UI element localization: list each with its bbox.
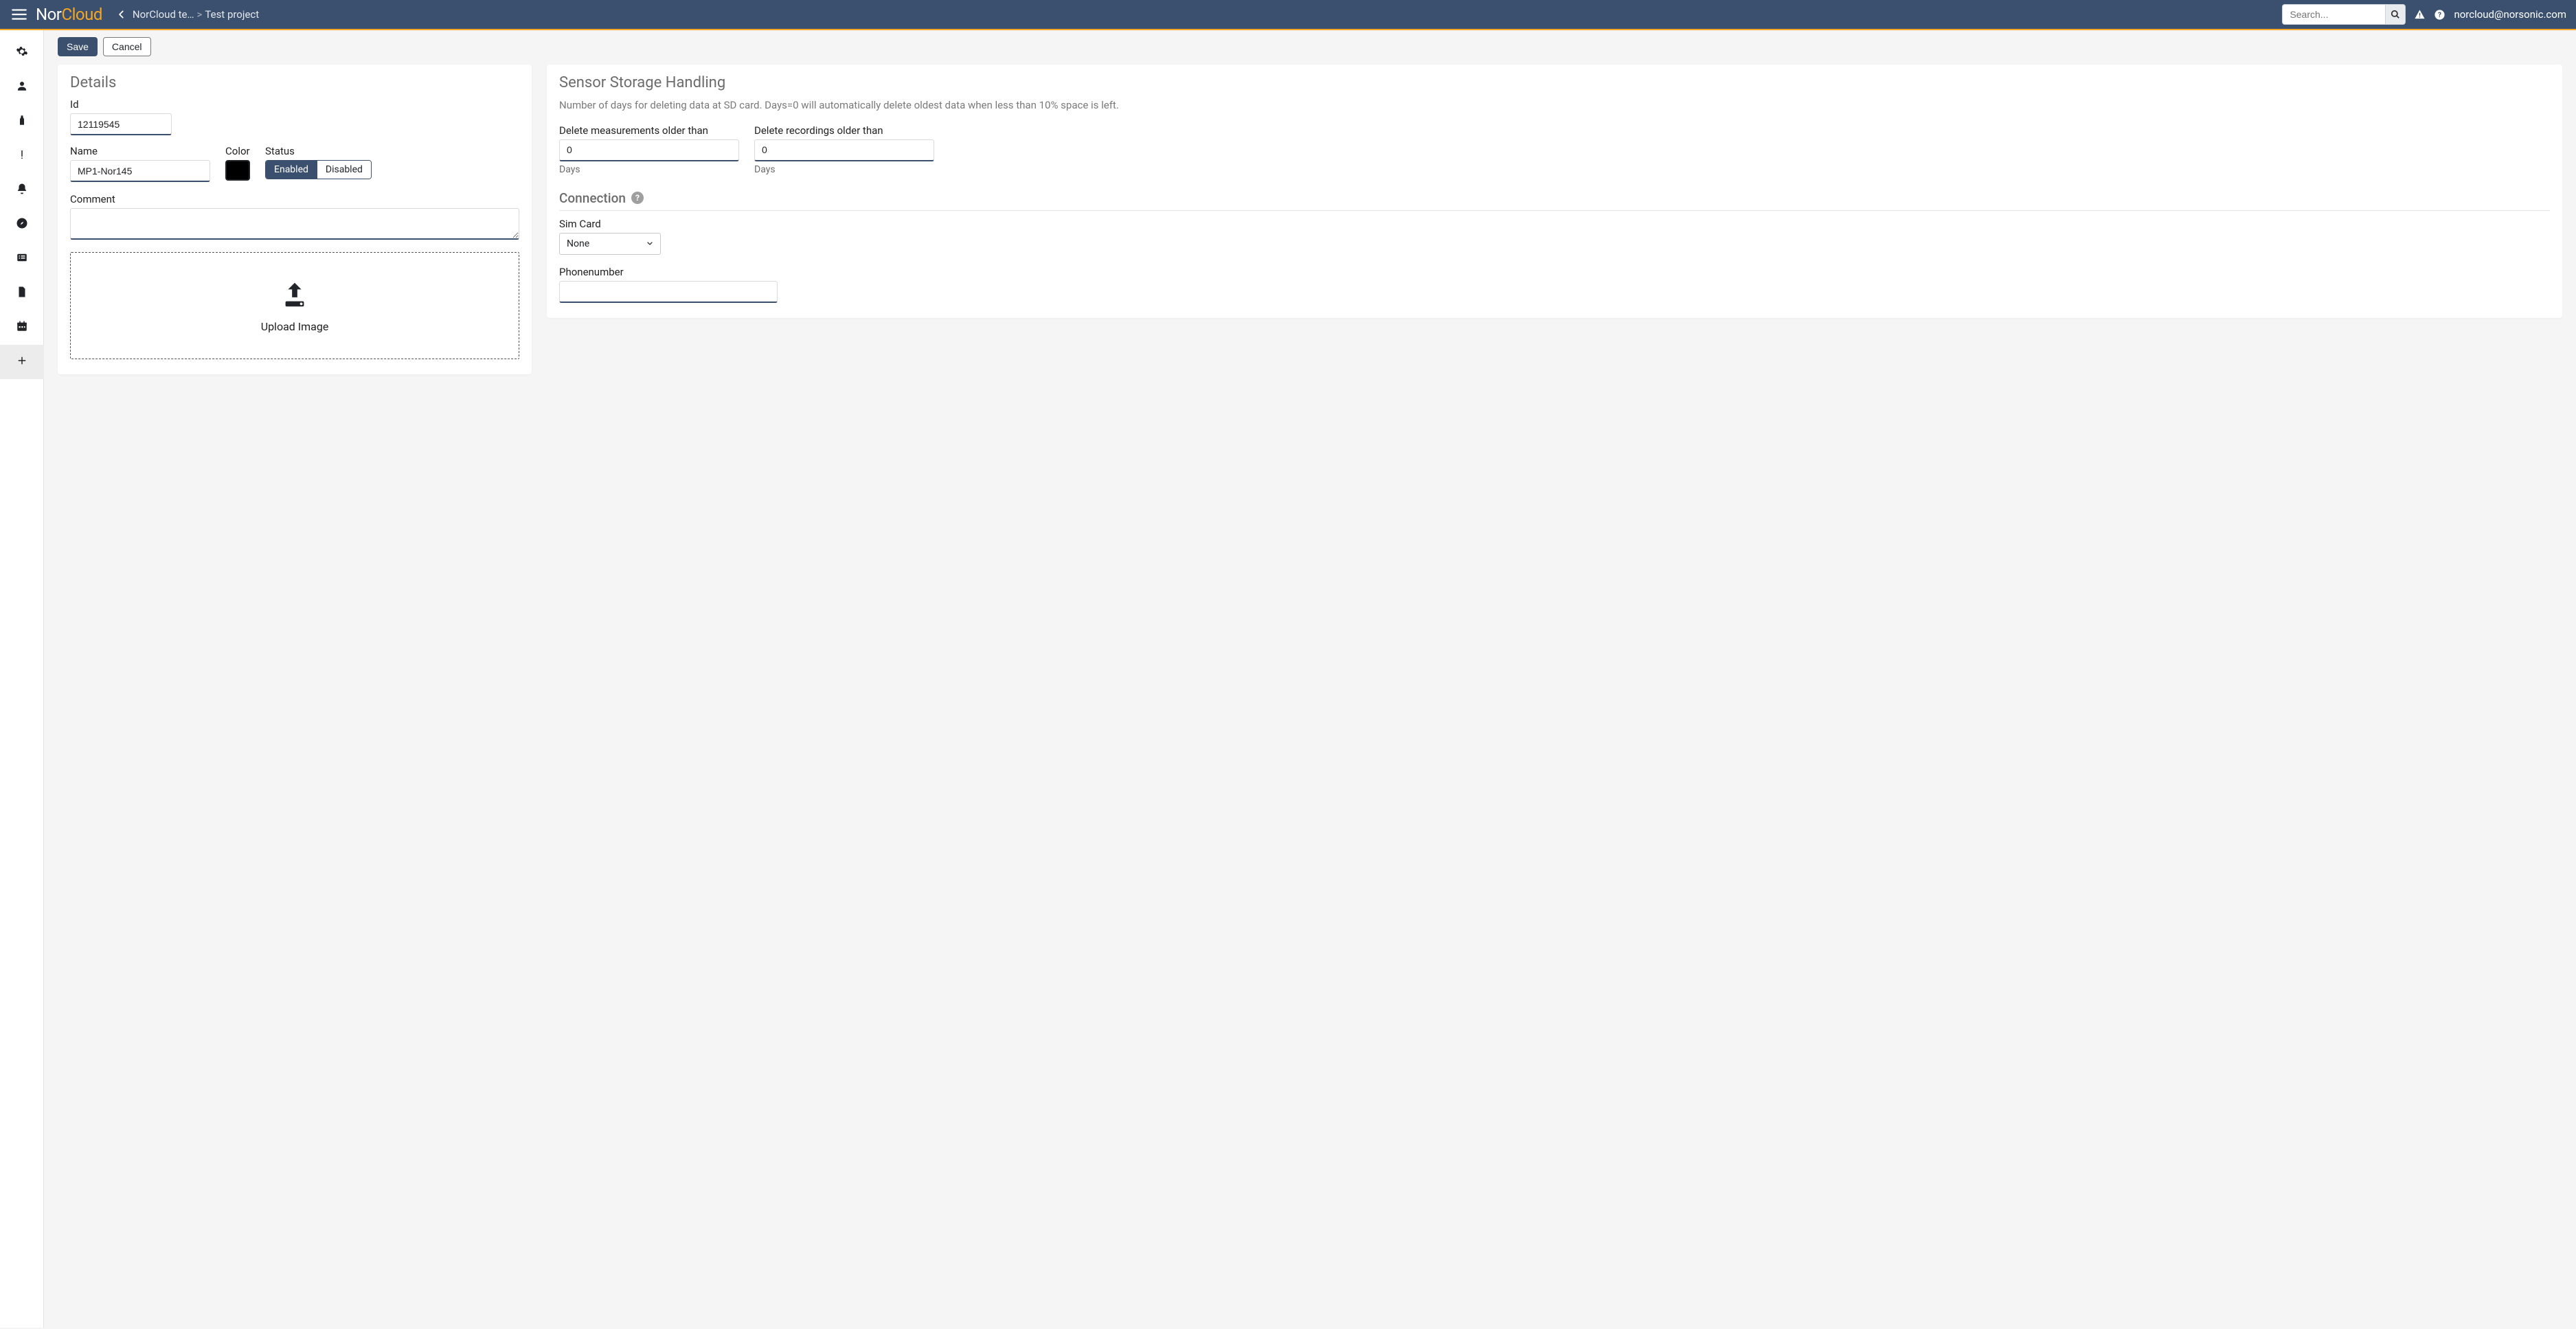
color-swatch[interactable] [225, 160, 250, 181]
sidebar-item-settings[interactable] [0, 36, 44, 70]
connection-title: Connection [559, 190, 626, 206]
delete-rec-label: Delete recordings older than [754, 124, 934, 137]
panel-details: Details Id Name Color Status [58, 65, 532, 374]
id-input[interactable] [70, 113, 172, 135]
help-icon[interactable]: ? [2434, 9, 2445, 21]
storage-title: Sensor Storage Handling [559, 74, 2550, 91]
shell: Save Cancel Details Id Name Color [0, 30, 2576, 1328]
warning-icon[interactable] [2414, 9, 2426, 21]
phone-label: Phonenumber [559, 266, 2550, 278]
sidebar-item-sensor[interactable] [0, 104, 44, 139]
calendar-icon [16, 320, 28, 335]
delete-rec-days: Days [754, 164, 934, 175]
status-toggle: Enabled Disabled [265, 160, 372, 179]
bottle-icon [16, 114, 28, 129]
status-label: Status [265, 145, 372, 157]
details-title: Details [70, 74, 519, 91]
search-button[interactable] [2385, 4, 2406, 25]
exclaim-icon [16, 148, 28, 163]
upload-icon [279, 279, 310, 313]
status-enabled[interactable]: Enabled [266, 161, 317, 179]
storage-description: Number of days for deleting data at SD c… [559, 98, 2550, 113]
user-email[interactable]: norcloud@norsonic.com [2454, 8, 2571, 21]
sidebar-item-list[interactable] [0, 242, 44, 276]
sidebar-item-user[interactable] [0, 70, 44, 104]
panel-storage: Sensor Storage Handling Number of days f… [547, 65, 2562, 318]
menu-toggle[interactable] [5, 5, 33, 23]
brand-nor: Nor [36, 5, 61, 24]
sidebar-item-calendar[interactable] [0, 310, 44, 345]
panels: Details Id Name Color Status [58, 65, 2562, 374]
list-icon [16, 251, 28, 266]
gear-icon [16, 45, 28, 60]
header-right: ? norcloud@norsonic.com [2282, 4, 2571, 25]
sidebar-item-add[interactable] [0, 345, 44, 379]
status-disabled[interactable]: Disabled [317, 161, 371, 179]
plus-icon [16, 354, 28, 370]
breadcrumb-item-2[interactable]: Test project [205, 8, 259, 21]
sidebar-item-alert[interactable] [0, 139, 44, 173]
brand-cloud: Cloud [61, 5, 102, 24]
delete-meas-input[interactable] [559, 139, 739, 161]
save-button[interactable]: Save [58, 37, 98, 56]
search-input[interactable] [2282, 4, 2385, 25]
upload-label: Upload Image [261, 320, 329, 333]
breadcrumb-back[interactable] [112, 10, 131, 19]
brand-logo[interactable]: NorCloud [33, 5, 108, 24]
sim-label: Sim Card [559, 218, 2550, 230]
delete-meas-days: Days [559, 164, 739, 175]
breadcrumb-item-1[interactable]: NorCloud te… [133, 8, 194, 21]
app-header: NorCloud NorCloud te… > Test project ? n… [0, 0, 2576, 30]
sim-select[interactable]: None [559, 233, 661, 255]
name-input[interactable] [70, 160, 210, 182]
sim-select-value: None [567, 238, 589, 249]
sidebar-item-file[interactable] [0, 276, 44, 310]
search [2282, 4, 2406, 25]
action-row: Save Cancel [58, 37, 2562, 56]
delete-rec-input[interactable] [754, 139, 934, 161]
sidebar [0, 30, 44, 1328]
file-icon [16, 286, 28, 301]
connection-heading: Connection ? [559, 190, 2550, 211]
main-content: Save Cancel Details Id Name Color [44, 30, 2576, 1328]
delete-meas-label: Delete measurements older than [559, 124, 739, 137]
compass-icon [16, 217, 28, 232]
cancel-button[interactable]: Cancel [103, 37, 151, 56]
user-icon [16, 80, 28, 95]
breadcrumb: NorCloud te… > Test project [133, 8, 259, 21]
comment-label: Comment [70, 193, 519, 205]
connection-help-icon[interactable]: ? [631, 192, 644, 204]
breadcrumb-sep: > [197, 8, 203, 21]
name-label: Name [70, 145, 210, 157]
id-label: Id [70, 98, 172, 111]
svg-text:?: ? [2438, 12, 2441, 19]
sidebar-item-compass[interactable] [0, 207, 44, 242]
chevron-down-icon [646, 237, 654, 250]
bell-icon [16, 183, 28, 198]
upload-dropzone[interactable]: Upload Image [70, 252, 519, 359]
comment-input[interactable] [70, 208, 519, 240]
phone-input[interactable] [559, 281, 778, 303]
sidebar-item-notify[interactable] [0, 173, 44, 207]
color-label: Color [225, 145, 250, 157]
